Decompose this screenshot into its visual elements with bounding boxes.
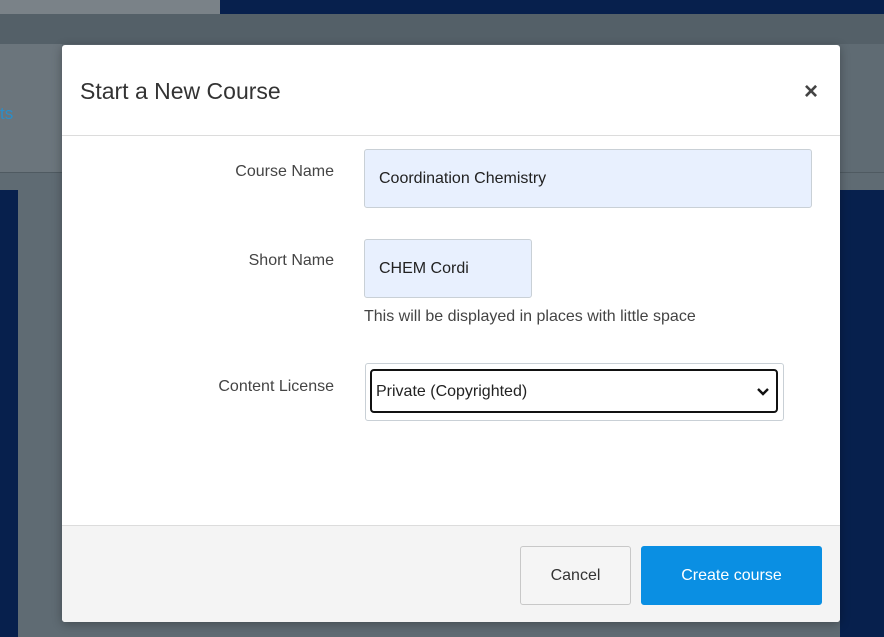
new-course-dialog: Start a New Course × Course Name Short N… xyxy=(62,45,840,622)
background-top-bar xyxy=(0,0,220,14)
content-license-select[interactable]: Private (Copyrighted) xyxy=(365,363,784,421)
close-icon[interactable]: × xyxy=(804,80,818,104)
chevron-down-icon xyxy=(757,388,769,396)
course-name-label: Course Name xyxy=(235,163,334,180)
background-navy-right xyxy=(840,190,884,637)
course-name-input[interactable] xyxy=(364,149,812,208)
dialog-header: Start a New Course × xyxy=(62,45,840,136)
cancel-button[interactable]: Cancel xyxy=(520,546,631,605)
short-name-label: Short Name xyxy=(248,252,334,269)
content-license-select-focus[interactable]: Private (Copyrighted) xyxy=(370,369,778,413)
content-license-label: Content License xyxy=(218,378,334,395)
dialog-title: Start a New Course xyxy=(80,78,281,104)
dialog-footer: Cancel Create course xyxy=(62,525,840,622)
background-top-navy xyxy=(220,0,884,14)
short-name-help: This will be displayed in places with li… xyxy=(364,308,696,325)
create-course-button[interactable]: Create course xyxy=(641,546,822,605)
content-license-value: Private (Copyrighted) xyxy=(376,383,528,400)
short-name-input[interactable] xyxy=(364,239,532,298)
background-header xyxy=(0,14,884,44)
background-link: ts xyxy=(0,104,14,123)
background-navy-left xyxy=(0,190,18,637)
